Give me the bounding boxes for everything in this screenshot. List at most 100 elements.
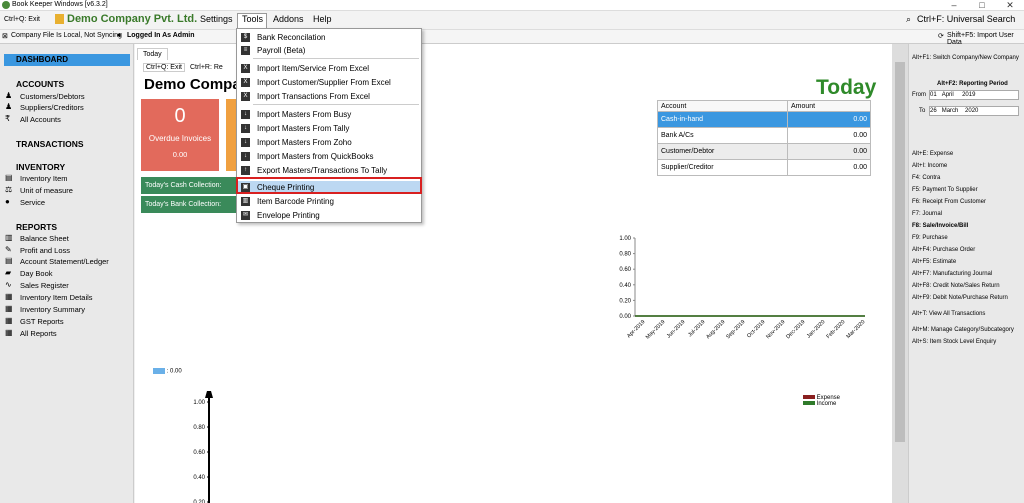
sidebar-item-profit-loss[interactable]: Profit and Loss bbox=[20, 246, 70, 255]
maximize-button[interactable]: □ bbox=[968, 0, 996, 11]
to-date-field[interactable]: 26 March 2020 bbox=[929, 106, 1019, 116]
legend-expense-swatch bbox=[803, 395, 815, 399]
shortcut-item[interactable]: F5: Payment To Supplier bbox=[912, 187, 978, 193]
shortcut-item[interactable]: Alt+M: Manage Category/Subcategory bbox=[912, 327, 1014, 333]
orange-card[interactable] bbox=[226, 99, 236, 171]
bar-chart: 1.000.800.600.400.20 bbox=[193, 391, 213, 503]
sidebar-item-inventory-details[interactable]: Inventory Item Details bbox=[20, 293, 93, 302]
menu-tools[interactable]: Tools bbox=[242, 14, 263, 24]
menu-item-label: Import Item/Service From Excel bbox=[257, 64, 370, 73]
table-row[interactable]: Supplier/Creditor 0.00 bbox=[657, 159, 871, 176]
table-row[interactable]: Bank A/Cs 0.00 bbox=[657, 127, 871, 144]
shortcut-item[interactable]: Alt+E: Expense bbox=[912, 151, 953, 157]
x-tick-label: Jun-2019 bbox=[666, 319, 686, 339]
menu-item[interactable]: ↓ Import Masters From Zoho bbox=[237, 136, 421, 149]
x-tick-label: Dec-2019 bbox=[785, 319, 806, 340]
sidebar-item-day-book[interactable]: Day Book bbox=[20, 269, 53, 278]
sales-register-icon: ∿ bbox=[5, 280, 12, 289]
menu-item[interactable]: X Import Customer/Supplier From Excel bbox=[237, 76, 421, 89]
shortcut-item[interactable]: Alt+I: Income bbox=[912, 163, 947, 169]
import-icon: ↓ bbox=[241, 152, 250, 161]
shortcut-item[interactable]: F4: Contra bbox=[912, 175, 940, 181]
sidebar-item-sales-register[interactable]: Sales Register bbox=[20, 281, 69, 290]
sidebar-item-inventory-summary[interactable]: Inventory Summary bbox=[20, 305, 85, 314]
tab-today[interactable]: Today bbox=[137, 48, 168, 60]
bar-legend: : 0.00 bbox=[153, 368, 182, 375]
bar-y-tick-label: 0.40 bbox=[193, 475, 205, 481]
right-panel: Alt+F1: Switch Company/New Company Alt+F… bbox=[908, 44, 1024, 503]
switch-company[interactable]: Alt+F1: Switch Company/New Company bbox=[912, 55, 1019, 61]
main-toolbar: Ctrl+Q: Exit Ctrl+R: Re bbox=[143, 63, 223, 72]
sidebar-item-all-accounts[interactable]: All Accounts bbox=[20, 115, 61, 124]
menu-item[interactable]: X Import Item/Service From Excel bbox=[237, 62, 421, 75]
menu-help[interactable]: Help bbox=[313, 14, 332, 24]
shortcut-item[interactable]: Alt+F4: Purchase Order bbox=[912, 247, 975, 253]
sidebar-item-customers[interactable]: Customers/Debtors bbox=[20, 92, 85, 101]
menu-item[interactable]: ▥ Item Barcode Printing bbox=[237, 195, 421, 208]
sidebar-item-inventory-item[interactable]: Inventory Item bbox=[20, 174, 68, 183]
sidebar-item-ledger[interactable]: Account Statement/Ledger bbox=[20, 257, 109, 266]
refresh-button[interactable]: Ctrl+R: Re bbox=[190, 64, 223, 71]
table-row[interactable]: Cash-in-hand 0.00 bbox=[657, 111, 871, 128]
transactions-header[interactable]: TRANSACTIONS bbox=[16, 139, 84, 149]
sidebar-item-service[interactable]: Service bbox=[20, 198, 45, 207]
x-tick-label: Jul-2019 bbox=[687, 319, 706, 338]
sidebar-item-unit-of-measure[interactable]: Unit of measure bbox=[20, 186, 73, 195]
universal-search[interactable]: Ctrl+F: Universal Search bbox=[917, 14, 1015, 24]
shortcut-item[interactable]: Alt+F5: Estimate bbox=[912, 259, 956, 265]
menu-item[interactable]: ≡ Payroll (Beta) bbox=[237, 44, 421, 57]
menu-item[interactable]: ↓ Import Masters from QuickBooks bbox=[237, 150, 421, 163]
export-icon: ↑ bbox=[241, 166, 250, 175]
from-date-field[interactable]: 01 April 2019 bbox=[929, 90, 1019, 100]
menu-item[interactable]: $ Bank Reconcilation bbox=[237, 31, 421, 44]
reporting-period-title: Alt+F2: Reporting Period bbox=[937, 81, 1008, 87]
exit-shortcut[interactable]: Ctrl+Q: Exit bbox=[4, 16, 40, 23]
minimize-button[interactable]: – bbox=[940, 0, 968, 11]
menu-item-label: Import Transactions From Excel bbox=[257, 92, 370, 101]
menu-settings[interactable]: Settings bbox=[200, 14, 233, 24]
sidebar-item-all-reports[interactable]: All Reports bbox=[20, 329, 57, 338]
shortcut-item[interactable]: Alt+T: View All Transactions bbox=[912, 311, 985, 317]
menu-item[interactable]: ↑ Export Masters/Transactions To Tally bbox=[237, 164, 421, 177]
menu-item[interactable]: X Import Transactions From Excel bbox=[237, 90, 421, 103]
menu-item-label: Envelope Printing bbox=[257, 211, 320, 220]
menu-item-label: Import Masters from QuickBooks bbox=[257, 152, 374, 161]
inventory-icon: ▤ bbox=[5, 173, 13, 182]
overdue-invoices-card[interactable]: 0 Overdue Invoices 0.00 bbox=[141, 99, 219, 171]
shortcut-item[interactable]: F7: Journal bbox=[912, 211, 942, 217]
x-tick-label: Feb-2020 bbox=[826, 319, 847, 340]
shortcut-item[interactable]: Alt+F7: Manufacturing Journal bbox=[912, 271, 992, 277]
day-book-icon: ▰ bbox=[5, 268, 12, 277]
shortcut-item[interactable]: Alt+F9: Debit Note/Purchase Return bbox=[912, 295, 1008, 301]
scrollbar-thumb[interactable] bbox=[895, 62, 905, 442]
reports-header: REPORTS bbox=[16, 222, 58, 232]
menu-separator bbox=[253, 104, 419, 105]
sidebar-dashboard[interactable]: DASHBOARD bbox=[4, 54, 130, 66]
account-cell: Customer/Debtor bbox=[657, 143, 788, 160]
main-scrollbar[interactable] bbox=[892, 44, 908, 503]
sidebar-item-suppliers[interactable]: Suppliers/Creditors bbox=[20, 103, 84, 112]
company-name[interactable]: Demo Company Pvt. Ltd. bbox=[67, 13, 197, 25]
shortcut-item[interactable]: F9: Purchase bbox=[912, 235, 948, 241]
sidebar-item-balance-sheet[interactable]: Balance Sheet bbox=[20, 234, 69, 243]
menu-item[interactable]: ↓ Import Masters From Busy bbox=[237, 108, 421, 121]
x-tick-label: Mar-2020 bbox=[846, 319, 867, 340]
to-year: 2020 bbox=[965, 108, 979, 114]
accounts-header: ACCOUNTS bbox=[16, 79, 65, 89]
shortcut-item[interactable]: Alt+S: Item Stock Level Enquiry bbox=[912, 339, 996, 345]
close-button[interactable]: ✕ bbox=[996, 0, 1024, 11]
import-icon: ↓ bbox=[241, 124, 250, 133]
highlight-box bbox=[236, 177, 422, 194]
exit-button[interactable]: Ctrl+Q: Exit bbox=[143, 63, 185, 72]
amount-cell: 0.00 bbox=[787, 127, 871, 144]
account-cell: Bank A/Cs bbox=[657, 127, 788, 144]
shortcut-item[interactable]: F6: Receipt From Customer bbox=[912, 199, 986, 205]
table-row[interactable]: Customer/Debtor 0.00 bbox=[657, 143, 871, 160]
menu-item[interactable]: ✉ Envelope Printing bbox=[237, 209, 421, 222]
menu-addons[interactable]: Addons bbox=[273, 14, 304, 24]
shortcut-item[interactable]: F8: Sale/Invoice/Bill bbox=[912, 223, 968, 229]
shortcut-item[interactable]: Alt+F8: Credit Note/Sales Return bbox=[912, 283, 1000, 289]
bar-y-tick-label: 0.80 bbox=[193, 425, 205, 431]
sidebar-item-gst-reports[interactable]: GST Reports bbox=[20, 317, 64, 326]
menu-item[interactable]: ↓ Import Masters From Tally bbox=[237, 122, 421, 135]
